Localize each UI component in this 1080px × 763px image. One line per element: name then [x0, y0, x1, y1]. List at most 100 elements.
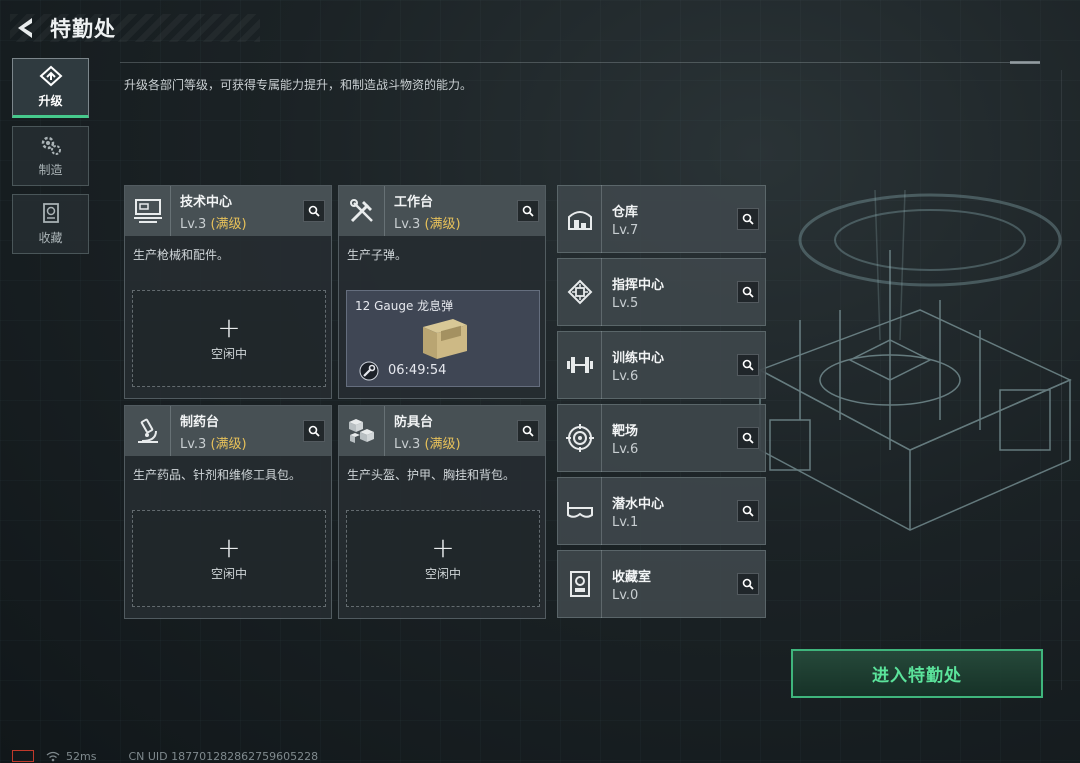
nav-tab-craft[interactable]: 制造	[12, 126, 89, 186]
search-icon	[742, 359, 754, 371]
level-value: Lv.3	[394, 216, 421, 232]
inspect-button[interactable]	[737, 427, 759, 449]
workstation-icon	[125, 186, 171, 236]
max-level-tag: (满级)	[424, 436, 461, 452]
facility-level: Lv.1	[612, 514, 639, 530]
inspect-button[interactable]	[737, 573, 759, 595]
nav-tab-collection[interactable]: 收藏	[12, 194, 89, 254]
facility-command-center[interactable]: 指挥中心 Lv.5	[557, 258, 766, 326]
inspect-button[interactable]	[303, 200, 325, 222]
upgrade-icon	[39, 65, 62, 87]
facility-name: 潜水中心	[612, 496, 665, 512]
production-slot-active[interactable]: 12 Gauge 龙息弹 06:49:54	[346, 290, 540, 387]
enter-special-ops-button[interactable]: 进入特勤处	[791, 649, 1043, 698]
tools-icon	[339, 186, 385, 236]
slot-status: 空闲中	[210, 347, 247, 361]
search-icon	[742, 505, 754, 517]
level-value: Lv.3	[180, 216, 207, 232]
cubes-icon	[339, 406, 385, 456]
plus-icon: +	[217, 531, 241, 564]
inspect-button[interactable]	[737, 354, 759, 376]
warehouse-icon	[558, 185, 602, 253]
facility-name: 收藏室	[612, 569, 652, 585]
side-nav: 升级 制造 收藏	[12, 58, 90, 262]
facility-diving-center[interactable]: 潜水中心 Lv.1	[557, 477, 766, 545]
page-title: 特勤处	[50, 17, 116, 41]
page-description: 升级各部门等级，可获得专属能力提升，和制造战斗物资的能力。	[124, 78, 473, 92]
gears-icon	[41, 136, 61, 155]
inspect-button[interactable]	[737, 500, 759, 522]
back-button[interactable]	[10, 13, 40, 43]
crafting-timer: 06:49:54	[388, 363, 447, 378]
facility-shooting-range[interactable]: 靶场 Lv.6	[557, 404, 766, 472]
card-title: 防具台	[394, 414, 434, 430]
facility-name: 仓库	[612, 204, 639, 220]
status-footer: 52ms CN UID 187701282862759605228	[12, 748, 318, 763]
search-icon	[742, 578, 754, 590]
search-icon	[308, 205, 320, 217]
facility-training-center[interactable]: 训练中心 Lv.6	[557, 331, 766, 399]
facility-level: Lv.0	[612, 587, 639, 603]
max-level-tag: (满级)	[210, 436, 247, 452]
plus-icon: +	[431, 531, 455, 564]
card-tech-center[interactable]: 技术中心 Lv.3 (满级) 生产枪械和配件。 + 空闲中	[124, 185, 332, 399]
card-header: 防具台 Lv.3 (满级)	[339, 406, 545, 456]
crafting-item-name: 12 Gauge 龙息弹	[355, 299, 454, 313]
production-slot-empty[interactable]: + 空闲中	[132, 510, 326, 607]
nav-label: 收藏	[38, 231, 63, 245]
nav-tab-upgrade[interactable]: 升级	[12, 58, 89, 118]
player-uid: CN UID 187701282862759605228	[128, 749, 319, 763]
facility-name: 指挥中心	[612, 277, 665, 293]
facility-name: 训练中心	[612, 350, 665, 366]
dumbbell-icon	[558, 331, 602, 399]
inspect-button[interactable]	[303, 420, 325, 442]
ping-value: 52ms	[66, 749, 97, 763]
level-value: Lv.3	[394, 436, 421, 452]
top-divider	[120, 61, 1040, 64]
card-level: Lv.3 (满级)	[180, 433, 247, 452]
max-level-tag: (满级)	[424, 216, 461, 232]
target-icon	[558, 404, 602, 472]
microscope-icon	[125, 406, 171, 456]
base-structure-illustration	[758, 190, 1072, 531]
diving-mask-icon	[558, 477, 602, 545]
production-slot-empty[interactable]: + 空闲中	[346, 510, 540, 607]
header: 特勤处	[10, 8, 260, 48]
search-icon	[742, 432, 754, 444]
card-title: 工作台	[394, 194, 434, 210]
level-value: Lv.3	[180, 436, 207, 452]
back-arrow-icon	[18, 18, 32, 38]
inspect-button[interactable]	[737, 208, 759, 230]
facility-warehouse[interactable]: 仓库 Lv.7	[557, 185, 766, 253]
max-level-tag: (满级)	[210, 216, 247, 232]
card-pharmacy[interactable]: 制药台 Lv.3 (满级) 生产药品、针剂和维修工具包。 + 空闲中	[124, 405, 332, 619]
facility-level: Lv.5	[612, 295, 639, 311]
chip-icon	[558, 258, 602, 326]
inspect-button[interactable]	[517, 200, 539, 222]
collection-icon	[42, 203, 59, 223]
production-slot-empty[interactable]: + 空闲中	[132, 290, 326, 387]
facility-level: Lv.6	[612, 368, 639, 384]
facility-name: 靶场	[612, 423, 639, 439]
region-flag-icon	[12, 750, 34, 762]
facility-collection-room[interactable]: 收藏室 Lv.0	[557, 550, 766, 618]
card-armor-bench[interactable]: 防具台 Lv.3 (满级) 生产头盔、护甲、胸挂和背包。 + 空闲中	[338, 405, 546, 619]
card-title: 技术中心	[180, 194, 233, 210]
card-description: 生产头盔、护甲、胸挂和背包。	[347, 468, 516, 482]
card-workbench[interactable]: 工作台 Lv.3 (满级) 生产子弹。 12 Gauge 龙息弹 06:49:5…	[338, 185, 546, 399]
wifi-icon	[46, 751, 60, 761]
search-icon	[742, 286, 754, 298]
card-description: 生产枪械和配件。	[133, 248, 230, 262]
search-icon	[742, 213, 754, 225]
card-header: 工作台 Lv.3 (满级)	[339, 186, 545, 236]
right-deco-line	[1056, 70, 1062, 690]
card-level: Lv.3 (满级)	[394, 433, 461, 452]
inspect-button[interactable]	[737, 281, 759, 303]
search-icon	[522, 205, 534, 217]
facility-level: Lv.7	[612, 222, 639, 238]
search-icon	[522, 425, 534, 437]
nav-label: 制造	[38, 163, 63, 177]
inspect-button[interactable]	[517, 420, 539, 442]
ammo-box-icon	[423, 319, 467, 359]
search-icon	[308, 425, 320, 437]
